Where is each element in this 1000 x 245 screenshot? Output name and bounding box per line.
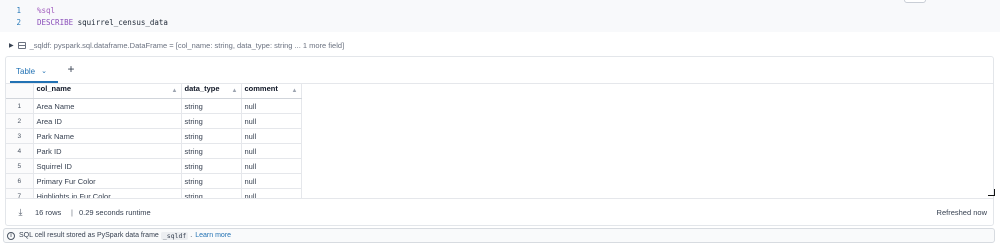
table-row: 2 Area ID string null [6,113,302,129]
cell-col-name[interactable]: Area Name [33,98,182,114]
cell-data-type[interactable]: string [181,113,242,129]
cell-col-name[interactable]: Park ID [33,143,182,159]
results-panel: Table ⌄ + col_name ▲ data_type ▲ comment ▲ … [5,56,995,227]
table-row: 7 Highlights in Fur Color string null [6,188,302,198]
sql-keyword: DESCRIBE [37,17,74,27]
line-number: 2 [16,17,21,27]
column-header-label: comment [244,84,278,93]
cell-data-type[interactable]: string [181,128,242,144]
table-row: 5 Squirrel ID string null [6,158,302,174]
cell-comment[interactable]: null [241,188,302,198]
table-row: 1 Area Name string null [6,98,302,114]
info-text: SQL cell result stored as PySpark data f… [19,232,159,239]
cell-col-name[interactable]: Squirrel ID [33,158,182,174]
column-header-label: data_type [184,84,220,93]
table-row: 3 Park Name string null [6,128,302,144]
refreshed-status: Refreshed now [936,208,987,217]
sort-icon[interactable]: ▲ [292,84,298,98]
cell-comment[interactable]: null [241,113,302,129]
dataframe-text: _sqldf: pyspark.sql.dataframe.DataFrame … [29,41,345,50]
column-header-col-name[interactable]: col_name ▲ [33,84,182,99]
line-number: 1 [16,5,21,15]
cell-col-name[interactable]: Area ID [33,113,182,129]
table-header-row: col_name ▲ data_type ▲ comment ▲ [6,84,302,99]
row-index: 6 [6,173,34,189]
cell-comment[interactable]: null [241,143,302,159]
row-count: 16 rows [35,208,62,217]
code-editor[interactable]: 1 %sql 2 DESCRIBE squirrel_census_data [0,0,1000,32]
row-index: 1 [6,98,34,114]
chevron-down-icon[interactable]: ⌄ [41,67,47,75]
results-table: col_name ▲ data_type ▲ comment ▲ 1 Area Nam… [6,84,302,198]
cell-col-name[interactable]: Primary Fur Color [33,173,182,189]
column-header-label: col_name [36,84,72,93]
cell-col-name[interactable]: Highlights in Fur Color [33,188,182,198]
info-punctuation: . [190,232,193,239]
cell-comment[interactable]: null [241,158,302,174]
table-row: 4 Park ID string null [6,143,302,159]
sort-icon[interactable]: ▲ [232,84,238,98]
table-row: 6 Primary Fur Color string null [6,173,302,189]
caret-right-icon[interactable]: ▶ [9,42,14,49]
column-header-data-type[interactable]: data_type ▲ [181,84,242,99]
results-table-container[interactable]: col_name ▲ data_type ▲ comment ▲ 1 Area Nam… [6,84,1000,198]
cell-data-type[interactable]: string [181,98,242,114]
tab-label: Table [16,66,36,76]
row-index: 2 [6,113,34,129]
sql-identifier: squirrel_census_data [77,17,168,27]
result-tabs: Table ⌄ + [6,57,993,84]
row-index: 3 [6,128,34,144]
sort-icon[interactable]: ▲ [172,84,178,98]
cell-data-type[interactable]: string [181,158,242,174]
row-index: 4 [6,143,34,159]
dataframe-schema-summary[interactable]: ▶ _sqldf: pyspark.sql.dataframe.DataFram… [9,40,344,51]
code-text: %sql [37,5,56,15]
cell-comment[interactable]: null [241,173,302,189]
resize-handle-icon[interactable] [988,189,995,196]
cell-data-type[interactable]: string [181,173,242,189]
code-text: DESCRIBE squirrel_census_data [25,18,168,27]
learn-more-link[interactable]: Learn more [195,232,231,239]
inline-code: _sqldf [160,231,189,240]
code-line: 1 %sql [0,4,55,16]
row-index: 7 [6,188,34,198]
tab-table[interactable]: Table ⌄ [16,64,47,78]
download-icon[interactable]: ⤓ [16,207,25,218]
info-icon: i [7,231,15,240]
runtime-text: 0.29 seconds runtime [79,208,151,217]
cell-data-type[interactable]: string [181,143,242,159]
cell-toolbar-button[interactable] [904,0,926,3]
cell-data-type[interactable]: string [181,188,242,198]
info-banner: i SQL cell result stored as PySpark data… [3,228,995,243]
row-index: 5 [6,158,34,174]
column-header-comment[interactable]: comment ▲ [241,84,302,99]
index-header [6,84,34,99]
code-line: 2 DESCRIBE squirrel_census_data [0,16,168,28]
results-footer: ⤓ 16 rows | 0.29 seconds runtime Refresh… [6,198,993,227]
plus-icon[interactable]: + [64,62,78,76]
cell-col-name[interactable]: Park Name [33,128,182,144]
cell-comment[interactable]: null [241,128,302,144]
separator: | [71,208,73,217]
cell-comment[interactable]: null [241,98,302,114]
table-icon [17,42,26,49]
